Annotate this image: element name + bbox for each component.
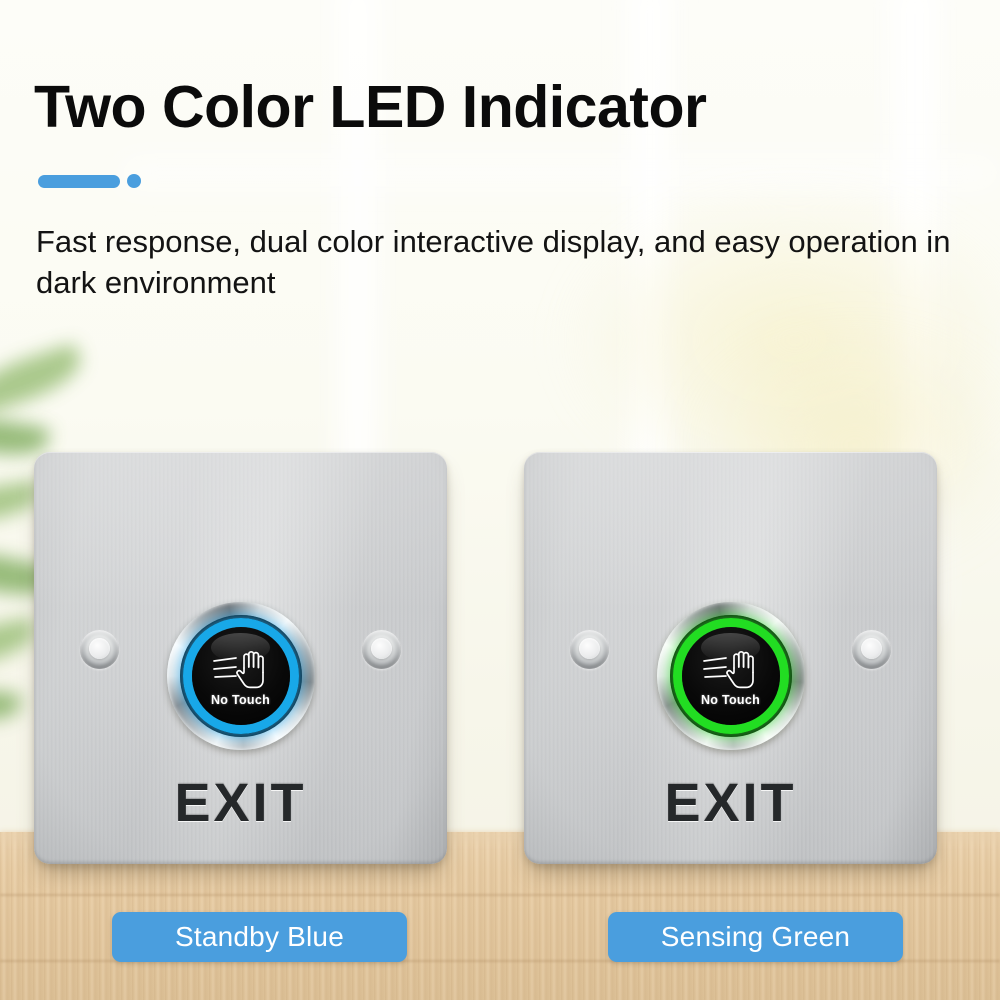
product-feature-image: Two Color LED Indicator Fast response, d… <box>0 0 1000 1000</box>
no-touch-hand-icon <box>702 650 754 688</box>
plate-highlight <box>34 452 447 609</box>
exit-engraving-label: EXIT <box>174 773 307 833</box>
exit-engraving-label: EXIT <box>664 773 797 833</box>
mounting-screw-icon <box>570 630 609 669</box>
no-touch-button[interactable]: No Touch <box>656 602 805 750</box>
accent-bar <box>38 174 120 188</box>
button-face: No Touch <box>191 627 290 725</box>
button-label: No Touch <box>210 692 271 707</box>
exit-button-plate-sensing-green[interactable]: No Touch EXIT <box>524 452 937 864</box>
button-label: No Touch <box>700 692 761 707</box>
accent-divider <box>38 174 141 188</box>
no-touch-button[interactable]: No Touch <box>166 602 315 750</box>
wood-plank-seam <box>0 894 1000 896</box>
mounting-screw-icon <box>852 630 891 669</box>
page-title: Two Color LED Indicator <box>34 74 707 140</box>
page-subtitle: Fast response, dual color interactive di… <box>36 224 951 300</box>
no-touch-hand-icon <box>212 650 264 688</box>
variant-badge-sensing-green: Sensing Green <box>608 912 903 962</box>
button-face: No Touch <box>681 627 780 725</box>
mounting-screw-icon <box>362 630 401 669</box>
mounting-screw-icon <box>80 630 119 669</box>
accent-dot <box>127 174 141 188</box>
plate-highlight <box>524 452 937 609</box>
variant-badge-standby-blue: Standby Blue <box>112 912 407 962</box>
exit-button-plate-standby-blue[interactable]: No Touch EXIT <box>34 452 447 864</box>
